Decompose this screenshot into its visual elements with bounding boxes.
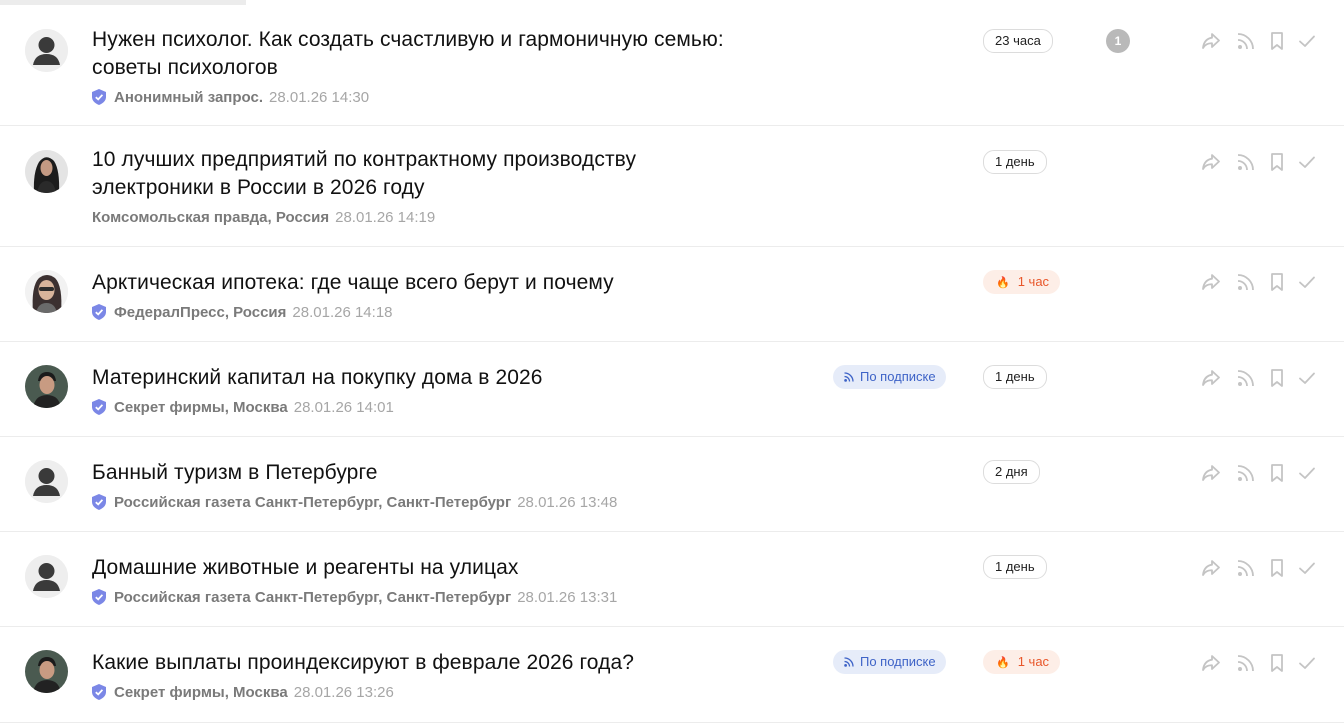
rss-icon[interactable] [1234,461,1258,485]
check-icon[interactable] [1295,461,1319,485]
age-badge: 1 день [983,555,1047,579]
news-source[interactable]: ФедералПресс, Россия [114,304,286,321]
hot-age-badge: 🔥 1 час [983,270,1061,294]
share-icon[interactable] [1199,461,1223,485]
verified-shield-icon [92,494,106,510]
fire-icon: 🔥 [996,277,1010,289]
verified-shield-icon [92,399,106,415]
fire-icon: 🔥 [996,657,1010,669]
item-actions [1199,556,1319,580]
subscription-badge[interactable]: По подписке [833,650,946,674]
rss-icon[interactable] [1234,366,1258,390]
news-datetime: 28.01.26 14:18 [292,304,393,321]
age-badge: 1 день [983,150,1047,174]
news-source[interactable]: Российская газета Санкт-Петербург, Санкт… [114,589,511,606]
news-meta: Российская газета Санкт-Петербург, Санкт… [92,588,617,608]
check-icon[interactable] [1295,270,1319,294]
news-source[interactable]: Российская газета Санкт-Петербург, Санкт… [114,494,511,511]
avatar-photo [25,150,68,193]
news-datetime: 28.01.26 13:48 [517,494,618,511]
share-icon[interactable] [1199,366,1223,390]
rss-icon[interactable] [1234,556,1258,580]
news-item[interactable]: Арктическая ипотека: где чаще всего беру… [0,247,1344,342]
rss-icon[interactable] [1234,270,1258,294]
bookmark-icon[interactable] [1265,29,1289,53]
news-meta: ФедералПресс, Россия 28.01.26 14:18 [92,303,393,323]
news-source[interactable]: Анонимный запрос. [114,89,263,106]
verified-shield-icon [92,684,106,700]
bookmark-icon[interactable] [1265,651,1289,675]
item-actions [1199,270,1319,294]
share-icon[interactable] [1199,556,1223,580]
news-title[interactable]: Материнский капитал на покупку дома в 20… [92,364,782,392]
avatar-silhouette-icon [25,29,68,72]
news-source[interactable]: Секрет фирмы, Москва [114,399,288,416]
avatar-photo [25,270,68,313]
news-meta: Анонимный запрос. 28.01.26 14:30 [92,88,369,108]
news-title[interactable]: 10 лучших предприятий по контрактному пр… [92,146,782,202]
verified-shield-icon [92,89,106,105]
news-meta: Комсомольская правда, Россия 28.01.26 14:… [92,208,435,228]
news-source[interactable]: Комсомольская правда, Россия [92,209,329,226]
news-datetime: 28.01.26 14:01 [293,399,394,416]
news-item[interactable]: 10 лучших предприятий по контрактному пр… [0,126,1344,247]
share-icon[interactable] [1199,651,1223,675]
news-title[interactable]: Арктическая ипотека: где чаще всего беру… [92,269,782,297]
check-icon[interactable] [1295,366,1319,390]
item-actions [1199,366,1319,390]
bookmark-icon[interactable] [1265,366,1289,390]
share-icon[interactable] [1199,150,1223,174]
rss-icon[interactable] [1234,651,1258,675]
news-title[interactable]: Нужен психолог. Как создать счастливую и… [92,26,782,82]
age-badge: 1 день [983,365,1047,389]
news-item[interactable]: Нужен психолог. Как создать счастливую и… [0,0,1344,126]
news-title[interactable]: Какие выплаты проиндексируют в феврале 2… [92,649,782,677]
check-icon[interactable] [1295,556,1319,580]
share-icon[interactable] [1199,29,1223,53]
counter-badge[interactable]: 1 [1106,29,1130,53]
rss-icon[interactable] [1234,150,1258,174]
item-actions [1199,461,1319,485]
news-datetime: 28.01.26 14:30 [269,89,370,106]
news-meta: Секрет фирмы, Москва 28.01.26 13:26 [92,683,394,703]
rss-icon [844,372,854,382]
subscription-badge[interactable]: По подписке [833,365,946,389]
news-item[interactable]: Банный туризм в Петербурге Российская га… [0,437,1344,532]
avatar-silhouette-icon [25,460,68,503]
verified-shield-icon [92,304,106,320]
rss-icon [844,657,854,667]
bookmark-icon[interactable] [1265,556,1289,580]
bookmark-icon[interactable] [1265,150,1289,174]
avatar-silhouette-icon [25,555,68,598]
hot-age-badge: 🔥 1 час [983,650,1061,674]
item-actions [1199,651,1319,675]
verified-shield-icon [92,589,106,605]
news-datetime: 28.01.26 13:26 [293,684,394,701]
item-actions [1199,150,1319,174]
news-item[interactable]: Какие выплаты проиндексируют в феврале 2… [0,627,1344,723]
news-source[interactable]: Секрет фирмы, Москва [114,684,288,701]
bookmark-icon[interactable] [1265,270,1289,294]
news-title[interactable]: Банный туризм в Петербурге [92,459,782,487]
age-badge: 23 часа [983,29,1053,53]
avatar-photo [25,650,68,693]
news-datetime: 28.01.26 14:19 [335,209,436,226]
bookmark-icon[interactable] [1265,461,1289,485]
news-datetime: 28.01.26 13:31 [517,589,618,606]
item-actions [1199,29,1319,53]
news-title[interactable]: Домашние животные и реагенты на улицах [92,554,782,582]
news-item[interactable]: Материнский капитал на покупку дома в 20… [0,342,1344,437]
check-icon[interactable] [1295,29,1319,53]
rss-icon[interactable] [1234,29,1258,53]
check-icon[interactable] [1295,651,1319,675]
news-meta: Секрет фирмы, Москва 28.01.26 14:01 [92,398,394,418]
news-item[interactable]: Домашние животные и реагенты на улицах Р… [0,532,1344,627]
check-icon[interactable] [1295,150,1319,174]
age-badge: 2 дня [983,460,1040,484]
avatar-photo [25,365,68,408]
news-meta: Российская газета Санкт-Петербург, Санкт… [92,493,617,513]
share-icon[interactable] [1199,270,1223,294]
